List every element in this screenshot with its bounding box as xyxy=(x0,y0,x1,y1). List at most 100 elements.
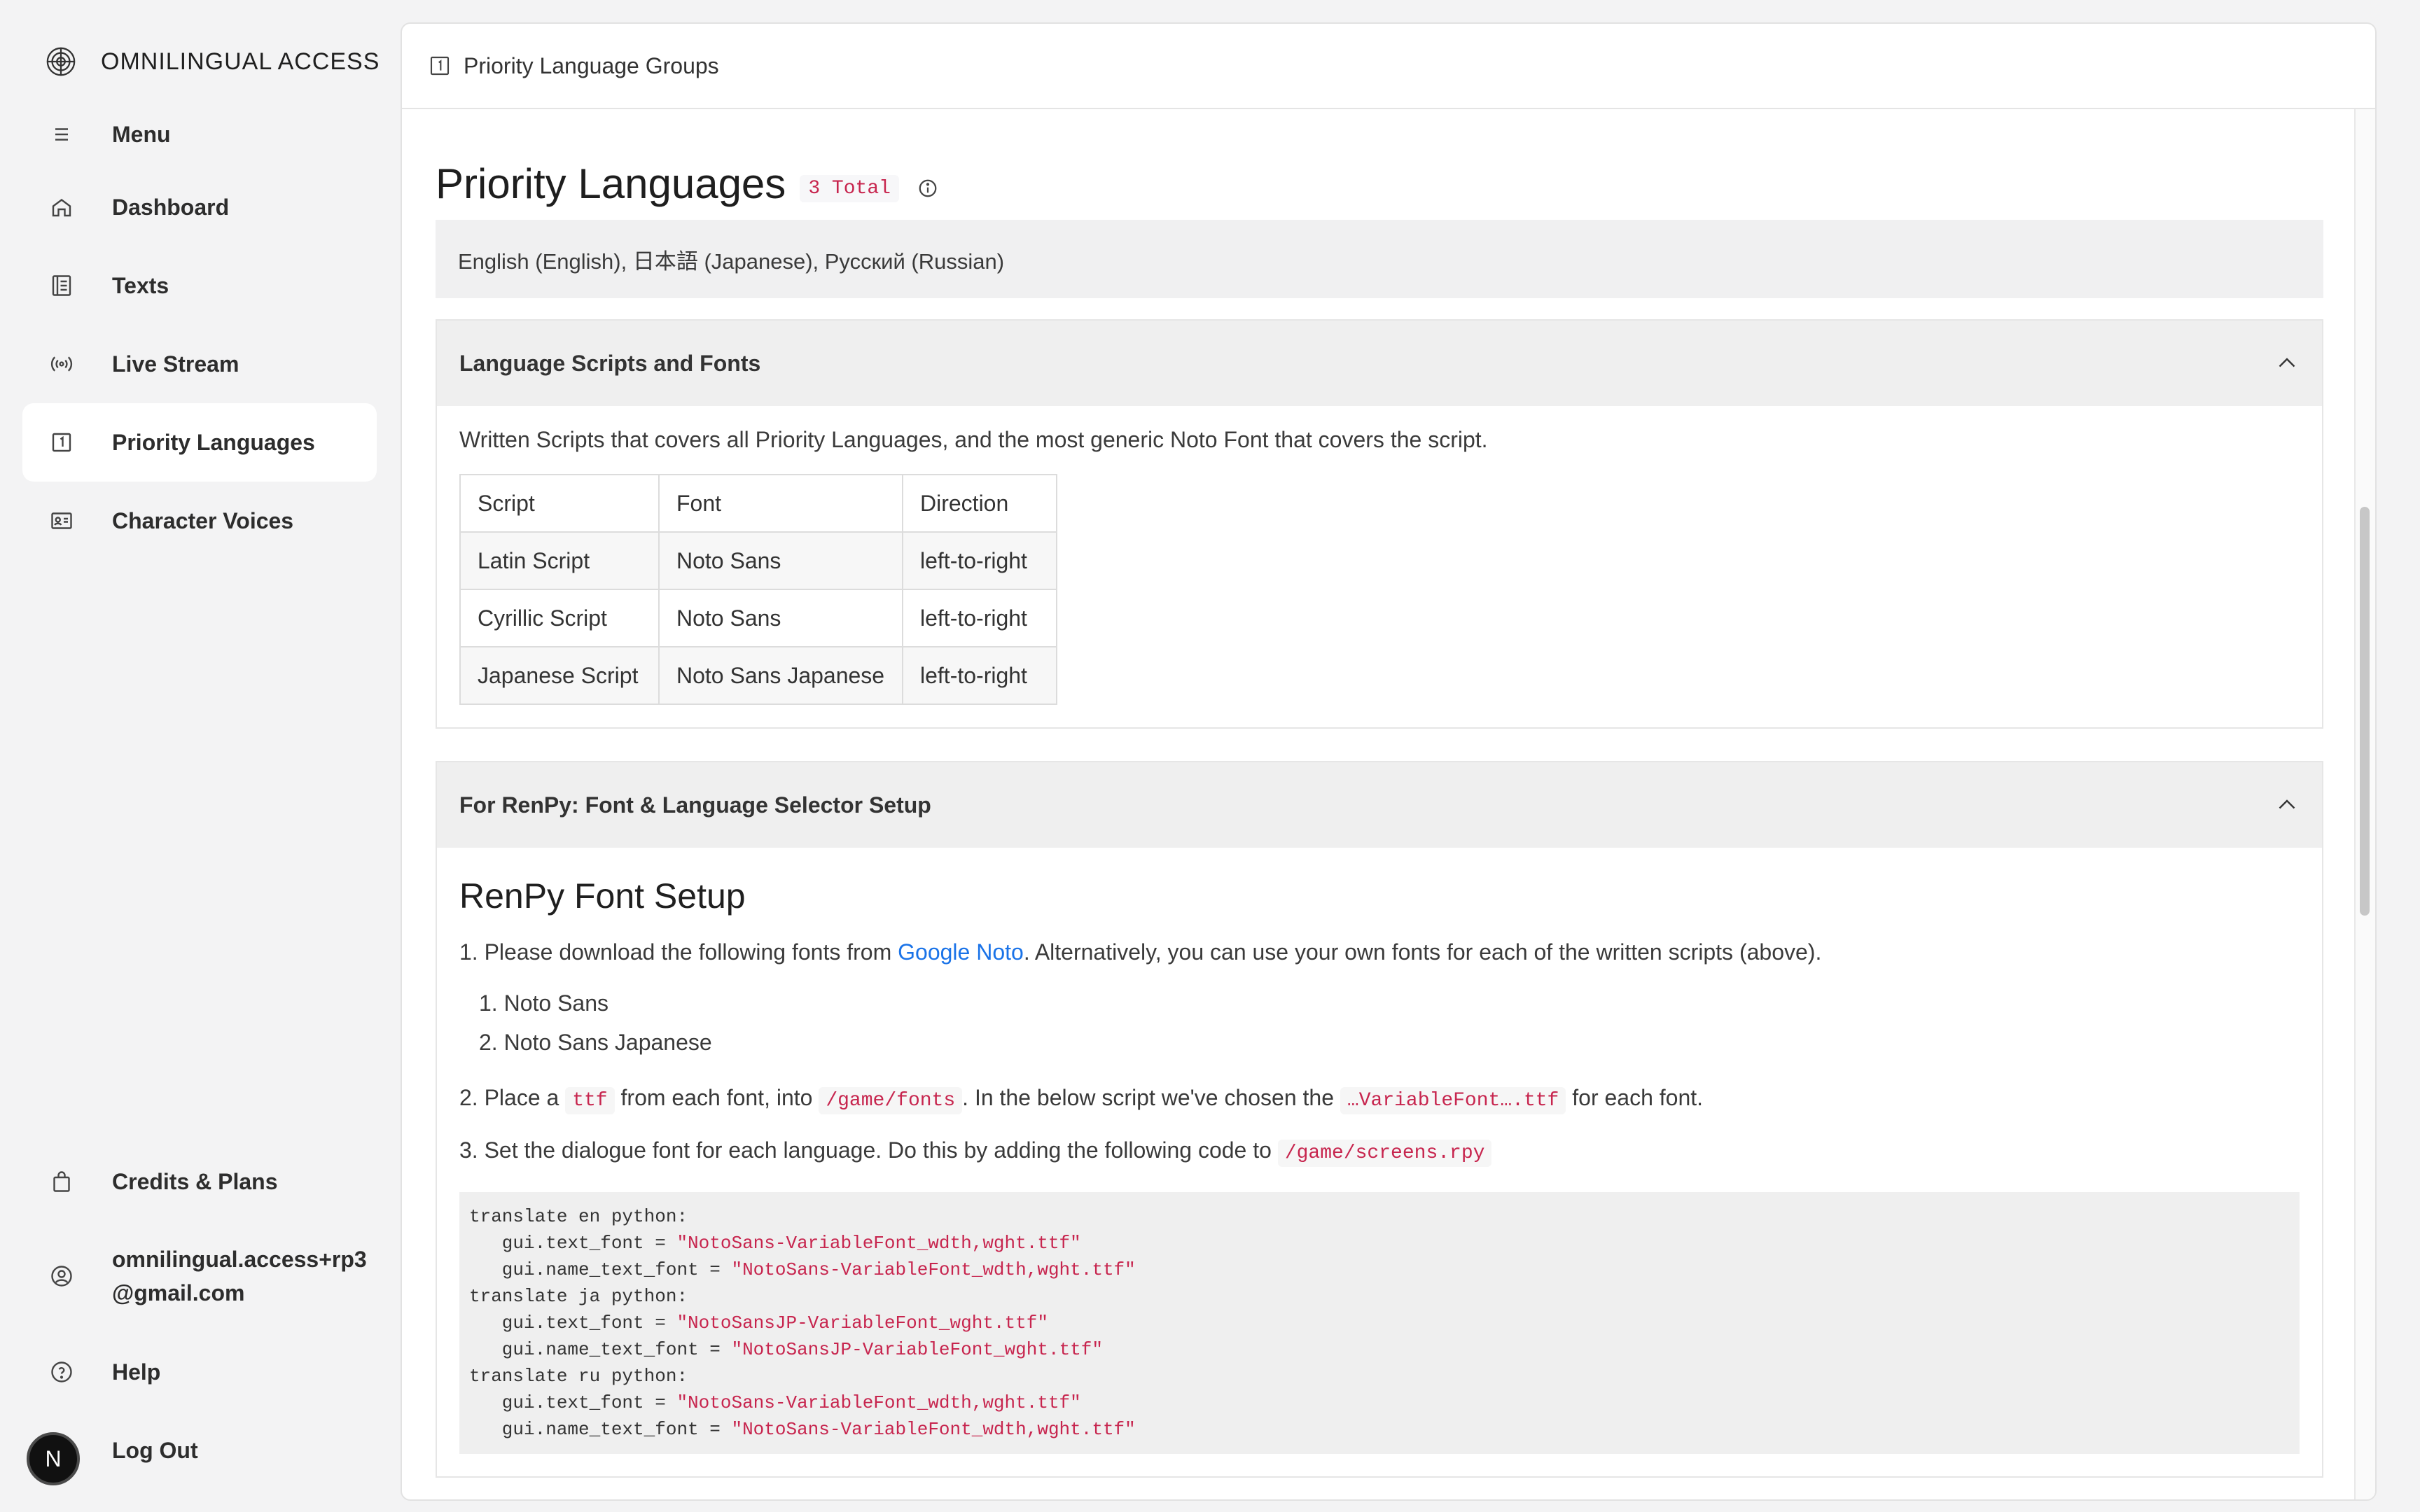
code-variable-font: …VariableFont….ttf xyxy=(1340,1087,1566,1114)
sidebar-item-label: Menu xyxy=(112,121,171,147)
id-card-icon xyxy=(49,508,74,533)
step-2-text-b: from each font, into xyxy=(614,1085,819,1110)
number-one-icon xyxy=(49,430,74,455)
home-icon xyxy=(49,195,74,220)
table-cell: left-to-right xyxy=(902,531,1057,590)
help-circle-icon xyxy=(49,1359,74,1385)
google-noto-link[interactable]: Google Noto xyxy=(898,939,1024,965)
code-line-string: "NotoSans-VariableFont_wdth,wght.ttf" xyxy=(676,1233,1081,1254)
code-line-string: "NotoSans-VariableFont_wdth,wght.ttf" xyxy=(731,1419,1136,1440)
brand[interactable]: OMNILINGUAL ACCESS xyxy=(45,45,380,78)
code-screens-rpy: /game/screens.rpy xyxy=(1277,1140,1492,1167)
code-line-key: gui.text_font = xyxy=(469,1392,677,1413)
app-name: OMNILINGUAL ACCESS xyxy=(101,48,380,75)
table-cell: Cyrillic Script xyxy=(459,589,660,648)
sidebar-item-account[interactable]: omnilingual.access+rp3 @gmail.com xyxy=(22,1231,377,1322)
scripts-accordion-title: Language Scripts and Fonts xyxy=(459,350,761,376)
chevron-up-icon[interactable] xyxy=(2274,792,2300,818)
sidebar-item-label: Character Voices xyxy=(112,507,294,533)
table-cell: left-to-right xyxy=(902,646,1057,705)
code-block[interactable]: translate en python: gui.text_font = "No… xyxy=(459,1192,2300,1454)
column-header: Direction xyxy=(902,474,1057,533)
avatar[interactable]: N xyxy=(27,1432,80,1485)
sidebar-item-menu[interactable]: Menu xyxy=(22,95,377,174)
page-title: Priority Languages xyxy=(436,160,786,207)
code-line-key: gui.name_text_font = xyxy=(469,1259,732,1280)
account-email: omnilingual.access+rp3 @gmail.com xyxy=(112,1242,367,1310)
code-line: translate ja python: xyxy=(469,1286,688,1307)
step-1: 1. Please download the following fonts f… xyxy=(459,934,2300,969)
table-cell: left-to-right xyxy=(902,589,1057,648)
sidebar-item-label: Log Out xyxy=(112,1437,198,1463)
sidebar-item-character-voices[interactable]: Character Voices xyxy=(22,482,377,560)
code-line-string: "NotoSansJP-VariableFont_wght.ttf" xyxy=(676,1312,1048,1334)
table-row: Japanese Script Noto Sans Japanese left-… xyxy=(459,646,1057,705)
step-2-text-d: for each font. xyxy=(1566,1085,1704,1110)
scripts-accordion-header[interactable]: Language Scripts and Fonts xyxy=(437,321,2322,406)
code-line-key: gui.name_text_font = xyxy=(469,1419,732,1440)
code-line-key: gui.text_font = xyxy=(469,1312,677,1334)
sidebar-item-help[interactable]: Help xyxy=(22,1333,377,1411)
sidebar-item-label: Credits & Plans xyxy=(112,1168,278,1194)
renpy-setup-title: RenPy Font Setup xyxy=(459,876,746,916)
sidebar-item-label: Dashboard xyxy=(112,194,230,220)
account-email-line2: @gmail.com xyxy=(112,1280,245,1306)
content: Priority Languages 3 Total English (Engl… xyxy=(436,109,2323,1478)
scripts-accordion: Language Scripts and Fonts Written Scrip… xyxy=(436,319,2323,729)
step-1-suffix: . Alternatively, you can use your own fo… xyxy=(1023,939,1822,965)
topbar-title: Priority Language Groups xyxy=(464,52,719,78)
sidebar-item-live-stream[interactable]: Live Stream xyxy=(22,325,377,403)
step-2: 2. Place a ttf from each font, into /gam… xyxy=(459,1080,2300,1119)
broadcast-icon xyxy=(49,351,74,377)
table-cell: Noto Sans Japanese xyxy=(658,646,903,705)
table-row: Latin Script Noto Sans left-to-right xyxy=(459,531,1057,590)
column-header: Font xyxy=(658,474,903,533)
sidebar-item-dashboard[interactable]: Dashboard xyxy=(22,168,377,246)
account-email-line1: omnilingual.access+rp3 xyxy=(112,1247,367,1272)
sidebar-item-label: Texts xyxy=(112,272,169,298)
table-cell: Latin Script xyxy=(459,531,660,590)
code-line-key: gui.text_font = xyxy=(469,1233,677,1254)
main-panel: Priority Language Groups Priority Langua… xyxy=(401,22,2377,1501)
scrollbar-thumb[interactable] xyxy=(2360,507,2370,916)
code-line-key: gui.name_text_font = xyxy=(469,1339,732,1360)
step-2-text-c: . In the below script we've chosen the xyxy=(962,1085,1340,1110)
font-list: 1. Noto Sans 2. Noto Sans Japanese xyxy=(459,983,2300,1062)
code-ttf: ttf xyxy=(565,1087,615,1114)
info-icon[interactable] xyxy=(917,178,938,199)
user-circle-icon xyxy=(49,1264,74,1289)
step-3: 3. Set the dialogue font for each langua… xyxy=(459,1133,2300,1171)
table-cell: Noto Sans xyxy=(658,589,903,648)
sidebar-item-label: Live Stream xyxy=(112,351,239,377)
total-badge: 3 Total xyxy=(800,174,899,202)
scripts-description: Written Scripts that covers all Priority… xyxy=(459,427,1488,452)
code-line: translate en python: xyxy=(469,1206,688,1227)
sidebar-item-priority-languages[interactable]: Priority Languages xyxy=(22,403,377,482)
sidebar-item-label: Priority Languages xyxy=(112,429,315,455)
renpy-accordion: For RenPy: Font & Language Selector Setu… xyxy=(436,761,2323,1478)
chevron-up-icon[interactable] xyxy=(2274,351,2300,376)
table-row: Cyrillic Script Noto Sans left-to-right xyxy=(459,589,1057,648)
code-line-string: "NotoSans-VariableFont_wdth,wght.ttf" xyxy=(731,1259,1136,1280)
table-cell: Noto Sans xyxy=(658,531,903,590)
column-header: Script xyxy=(459,474,660,533)
code-line: translate ru python: xyxy=(469,1366,688,1387)
step-3-text: 3. Set the dialogue font for each langua… xyxy=(459,1138,1278,1163)
sidebar-item-credits-plans[interactable]: Credits & Plans xyxy=(22,1142,377,1221)
renpy-accordion-header[interactable]: For RenPy: Font & Language Selector Setu… xyxy=(437,762,2322,848)
renpy-accordion-body: RenPy Font Setup 1. Please download the … xyxy=(437,848,2322,1476)
code-line-string: "NotoSansJP-VariableFont_wght.ttf" xyxy=(731,1339,1103,1360)
sidebar: OMNILINGUAL ACCESS Menu Dashboard Texts … xyxy=(0,0,389,1512)
globe-logo-icon xyxy=(46,47,76,76)
topbar: Priority Language Groups xyxy=(402,24,2375,109)
languages-summary: English (English), 日本語 (Japanese), Русск… xyxy=(436,220,2323,298)
shopping-bag-icon xyxy=(49,1169,74,1194)
sidebar-item-texts[interactable]: Texts xyxy=(22,246,377,325)
table-header-row: Script Font Direction xyxy=(459,474,1057,533)
list-item: 2. Noto Sans Japanese xyxy=(479,1030,712,1055)
scripts-table: Script Font Direction Latin Script Noto … xyxy=(459,474,1057,705)
step-2-text-a: 2. Place a xyxy=(459,1085,566,1110)
code-line-string: "NotoSans-VariableFont_wdth,wght.ttf" xyxy=(676,1392,1081,1413)
page-title-row: Priority Languages 3 Total xyxy=(436,158,2323,209)
sidebar-item-label: Help xyxy=(112,1359,161,1385)
